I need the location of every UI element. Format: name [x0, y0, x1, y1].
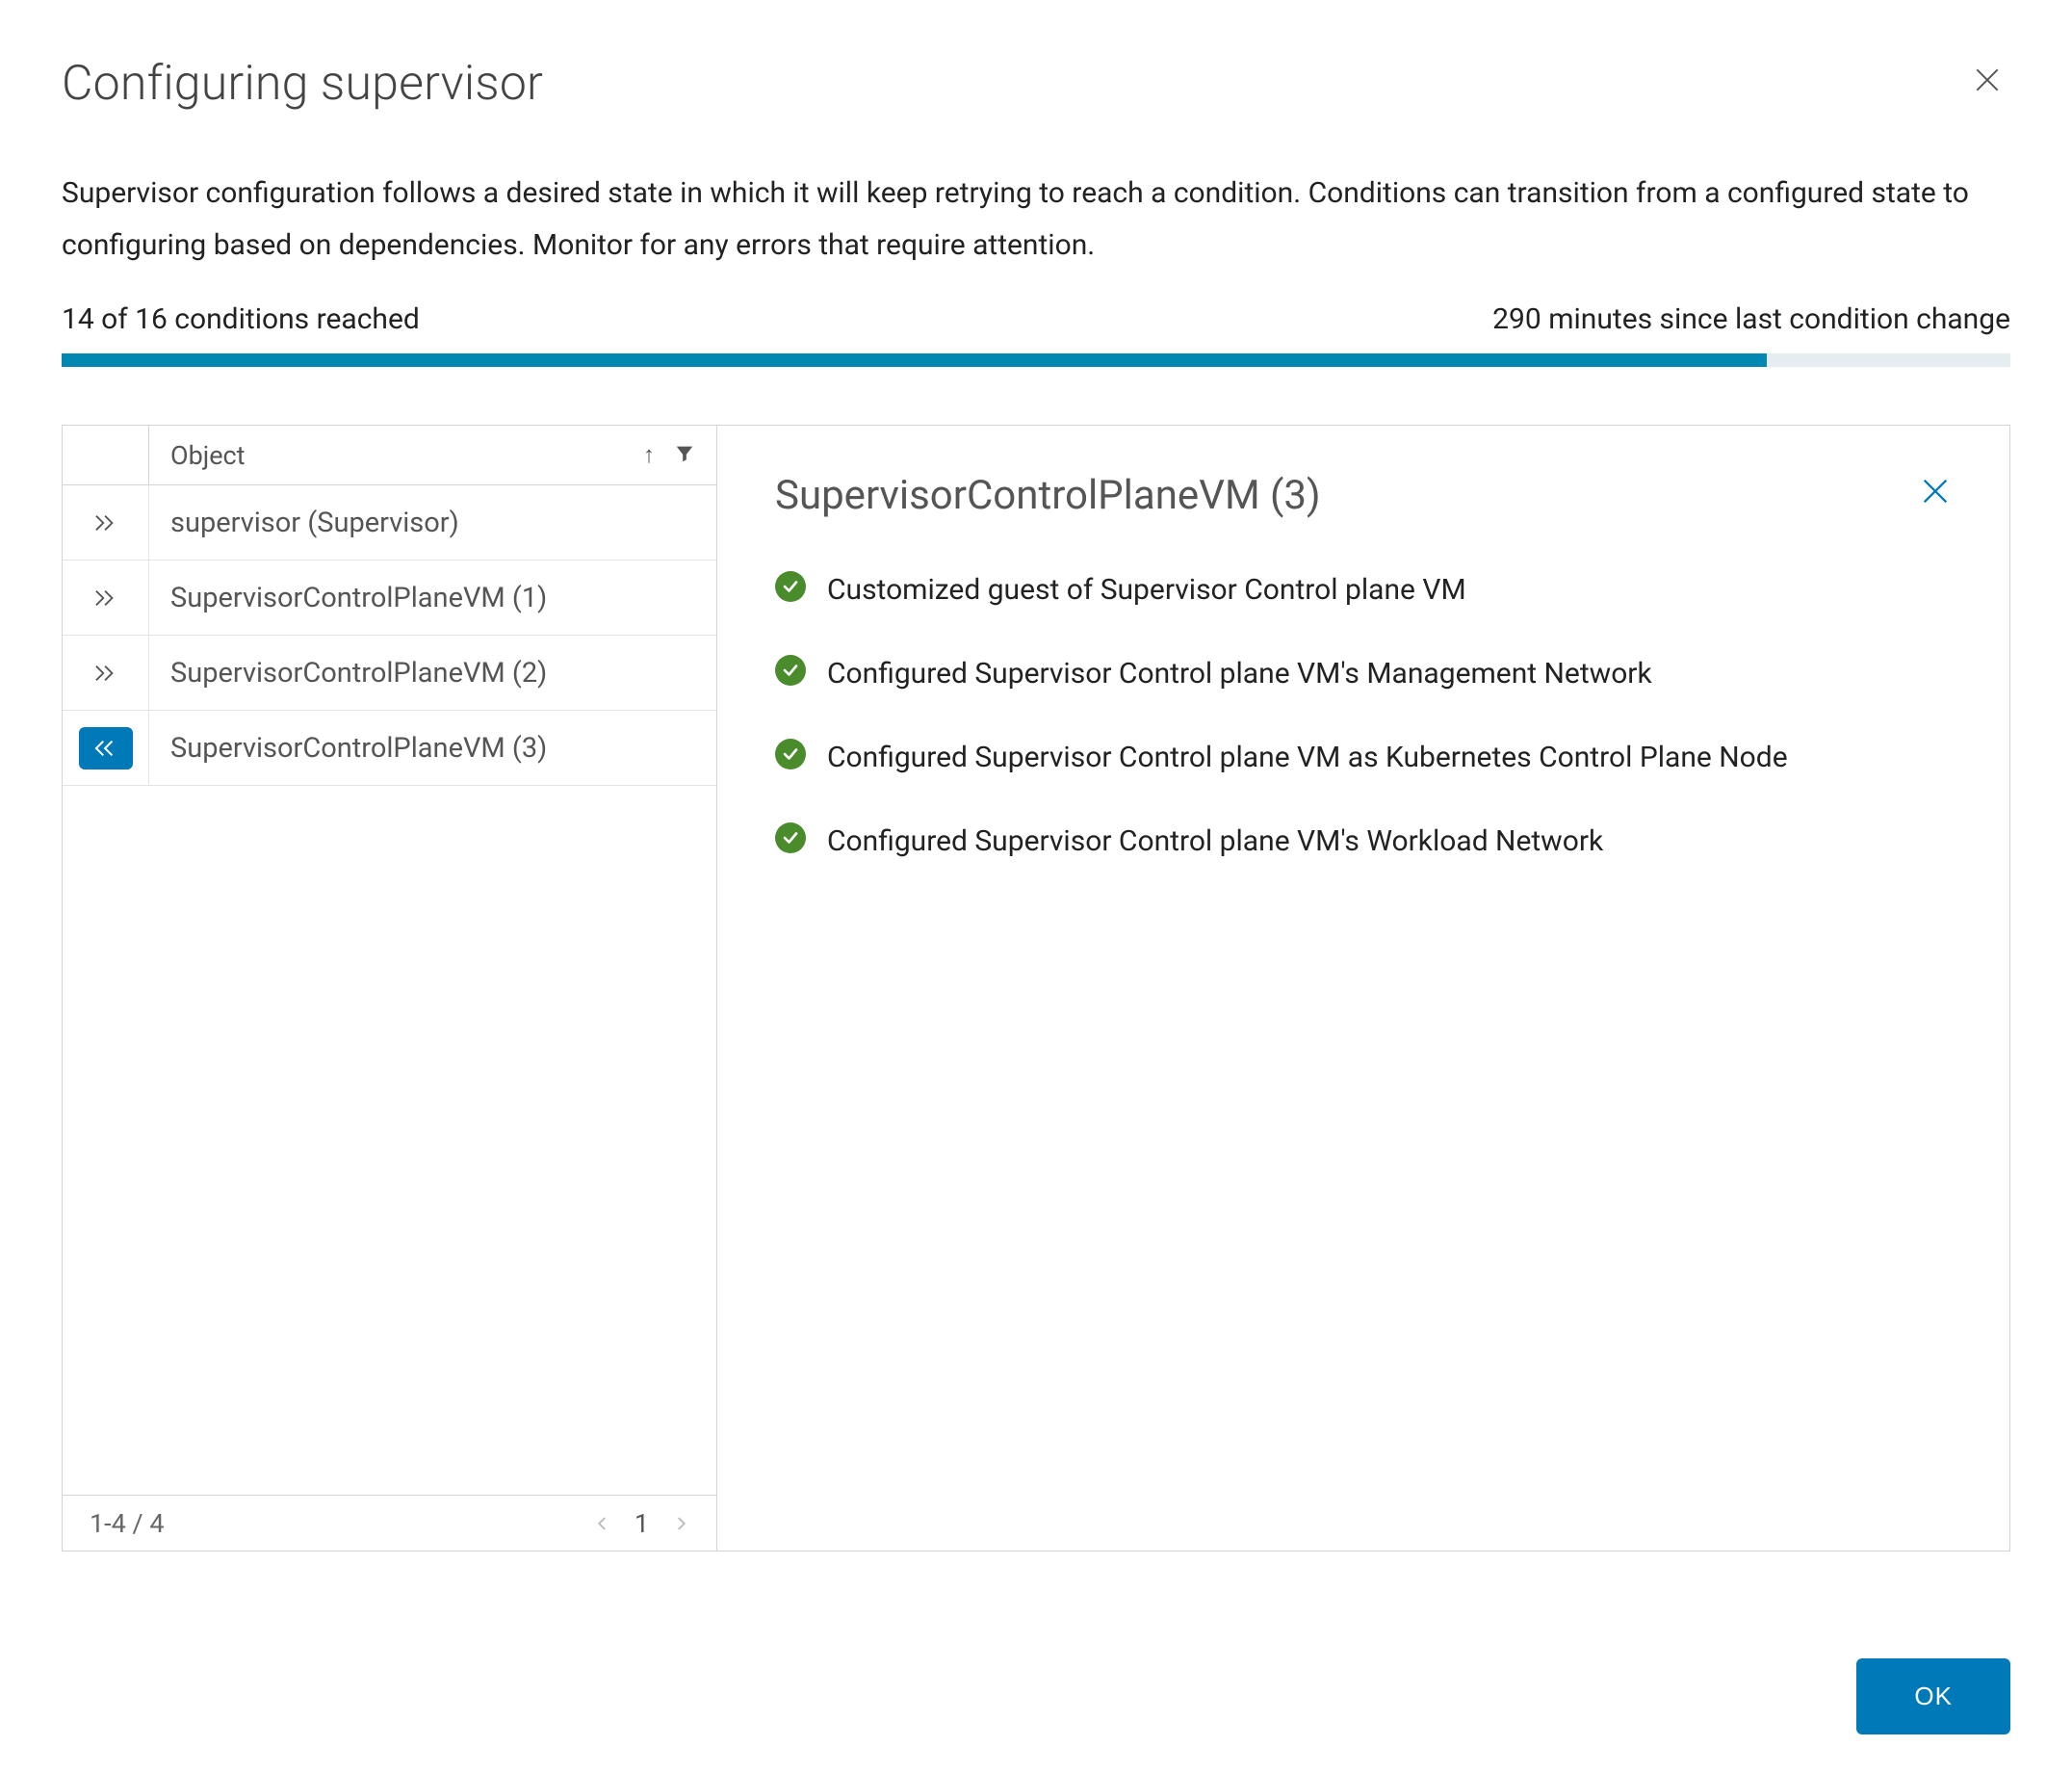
sort-ascending-icon[interactable]: ↑ — [643, 441, 655, 469]
condition-item: Configured Supervisor Control plane VM's… — [775, 817, 1952, 866]
expand-cell — [63, 711, 149, 785]
dialog-header: Configuring supervisor — [62, 56, 2010, 112]
object-column-header[interactable]: Object ↑ — [149, 426, 716, 484]
table-header: Object ↑ — [63, 426, 716, 485]
detail-panel: SupervisorControlPlaneVM (3) Customized … — [717, 426, 2009, 1551]
time-since-change-label: 290 minutes since last condition change — [1492, 302, 2010, 336]
progress-labels: 14 of 16 conditions reached 290 minutes … — [62, 302, 2010, 336]
chevron-right-icon[interactable] — [79, 502, 133, 544]
table-row[interactable]: SupervisorControlPlaneVM (3) — [63, 711, 716, 786]
close-icon[interactable] — [1964, 56, 2010, 110]
conditions-reached-label: 14 of 16 conditions reached — [62, 302, 420, 336]
condition-text: Customized guest of Supervisor Control p… — [827, 565, 1466, 614]
condition-text: Configured Supervisor Control plane VM a… — [827, 733, 1788, 782]
next-page-icon[interactable] — [672, 1506, 689, 1540]
chevron-left-icon[interactable] — [79, 727, 133, 769]
detail-title: SupervisorControlPlaneVM (3) — [775, 472, 1321, 519]
progress-section: 14 of 16 conditions reached 290 minutes … — [62, 302, 2010, 367]
progress-fill — [62, 353, 1767, 367]
check-icon — [775, 822, 806, 853]
dialog-description: Supervisor configuration follows a desir… — [62, 168, 2010, 272]
chevron-right-icon[interactable] — [79, 652, 133, 694]
table-footer: 1-4 / 4 1 — [63, 1495, 716, 1551]
expand-cell — [63, 636, 149, 710]
expand-column-header — [63, 426, 149, 484]
condition-item: Customized guest of Supervisor Control p… — [775, 565, 1952, 614]
table-row[interactable]: SupervisorControlPlaneVM (1) — [63, 561, 716, 636]
condition-item: Configured Supervisor Control plane VM a… — [775, 733, 1952, 782]
condition-item: Configured Supervisor Control plane VM's… — [775, 649, 1952, 698]
page-number: 1 — [635, 1508, 649, 1539]
content-area: Object ↑ supervisor (Supervisor)Supervis… — [62, 425, 2010, 1551]
object-name: SupervisorControlPlaneVM (3) — [149, 732, 716, 765]
condition-list: Customized guest of Supervisor Control p… — [775, 565, 1952, 866]
object-table: Object ↑ supervisor (Supervisor) Supervis… — [63, 426, 717, 1551]
ok-button[interactable]: OK — [1856, 1658, 2010, 1734]
prev-page-icon[interactable] — [594, 1506, 611, 1540]
table-row[interactable]: SupervisorControlPlaneVM (2) — [63, 636, 716, 711]
expand-cell — [63, 485, 149, 560]
dialog-title: Configuring supervisor — [62, 56, 543, 112]
progress-bar — [62, 353, 2010, 367]
expand-cell — [63, 561, 149, 635]
object-name: supervisor (Supervisor) — [149, 507, 716, 539]
object-name: SupervisorControlPlaneVM (2) — [149, 657, 716, 690]
filter-icon[interactable] — [674, 443, 695, 468]
check-icon — [775, 571, 806, 602]
pager: 1 — [594, 1506, 689, 1540]
object-header-label: Object — [170, 440, 245, 471]
row-range-label: 1-4 / 4 — [90, 1508, 165, 1539]
configuring-supervisor-dialog: Configuring supervisor Supervisor config… — [0, 0, 2072, 1773]
object-name: SupervisorControlPlaneVM (1) — [149, 582, 716, 614]
table-row[interactable]: supervisor (Supervisor) — [63, 485, 716, 561]
detail-close-icon[interactable] — [1919, 475, 1952, 517]
chevron-right-icon[interactable] — [79, 577, 133, 619]
detail-header: SupervisorControlPlaneVM (3) — [775, 472, 1952, 519]
check-icon — [775, 655, 806, 686]
condition-text: Configured Supervisor Control plane VM's… — [827, 817, 1603, 866]
condition-text: Configured Supervisor Control plane VM's… — [827, 649, 1652, 698]
check-icon — [775, 739, 806, 769]
dialog-footer: OK — [62, 1612, 2010, 1734]
table-body: supervisor (Supervisor) SupervisorControl… — [63, 485, 716, 1495]
